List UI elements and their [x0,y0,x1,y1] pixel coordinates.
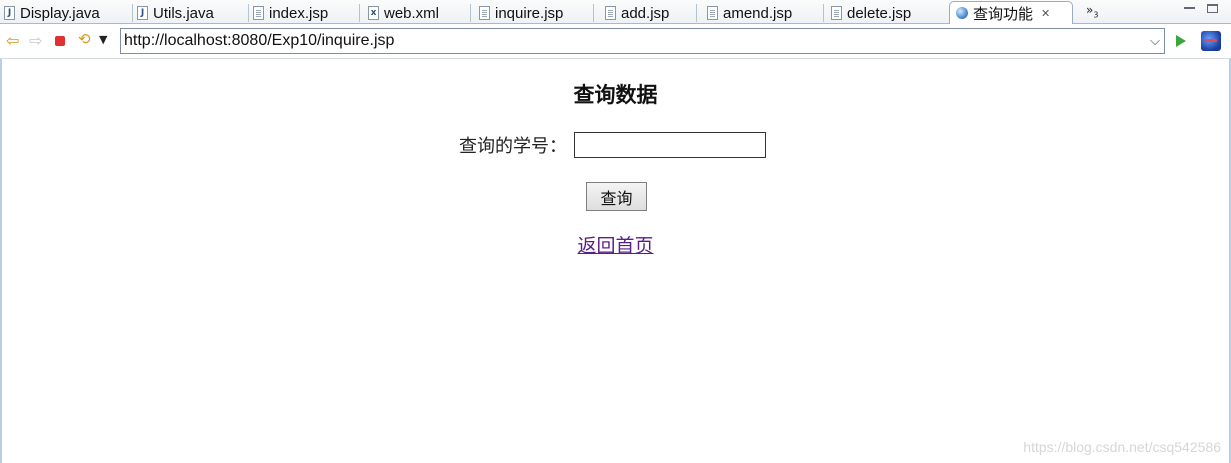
watermark: https://blog.csdn.net/csq542586 [1023,439,1221,455]
back-arrow-icon[interactable]: ⇦ [6,31,19,50]
xml-file-icon: x [368,6,379,20]
tab-label: 查询功能 [973,5,1034,23]
tab-label: amend.jsp [723,4,793,22]
tab-display-java[interactable]: J Display.java [4,2,133,24]
tab-add-jsp[interactable]: add.jsp [605,2,697,24]
maximize-button[interactable] [1207,4,1218,13]
tab-label: Utils.java [153,4,214,22]
globe-icon [956,7,968,19]
tab-label: delete.jsp [847,4,912,22]
url-input[interactable] [121,30,1146,52]
forward-arrow-icon[interactable]: ⇨ [29,31,42,50]
java-file-icon: J [4,6,15,20]
student-id-label: 查询的学号： [459,136,567,157]
overflow-count: 3 [1093,10,1099,20]
page-viewport: 查询数据 查询的学号： 查询 返回首页 https://blog.csdn.ne… [0,59,1231,463]
stop-icon[interactable] [55,36,65,46]
browser-toolbar: ⇦ ⇨ ⟲ ▼ ⌵ [0,24,1231,59]
go-icon[interactable] [1176,35,1186,47]
refresh-icon[interactable]: ⟲ [78,30,91,48]
tab-inquire-jsp[interactable]: inquire.jsp [479,2,594,24]
jsp-file-icon [831,6,842,20]
jsp-file-icon [479,6,490,20]
tab-utils-java[interactable]: J Utils.java [137,2,249,24]
tab-label: inquire.jsp [495,4,564,22]
tab-label: Display.java [20,4,100,22]
java-file-icon: J [137,6,148,20]
chevron-down-icon[interactable]: ⌵ [1146,34,1164,49]
tab-label: web.xml [384,4,440,22]
tab-delete-jsp[interactable]: delete.jsp [831,2,943,24]
query-button[interactable]: 查询 [586,182,647,211]
jsp-file-icon [253,6,264,20]
tab-label: add.jsp [621,4,670,22]
page-title: 查询数据 [573,82,658,107]
tab-label: index.jsp [269,4,329,22]
editor-tab-bar: J Display.java J Utils.java index.jsp x … [0,0,1231,24]
tab-query-function[interactable]: 查询功能 ✕ [949,1,1073,24]
url-bar: ⌵ [120,28,1165,54]
jsp-file-icon [707,6,718,20]
tab-index-jsp[interactable]: index.jsp [253,2,360,24]
minimize-button[interactable] [1184,4,1195,9]
student-id-input[interactable] [574,132,766,158]
tab-overflow-button[interactable]: »3 [1086,3,1098,19]
home-link-container: 返回首页 [2,231,1229,258]
tab-web-xml[interactable]: x web.xml [368,2,471,24]
back-to-home-link[interactable]: 返回首页 [577,235,653,257]
jsp-file-icon [605,6,616,20]
browser-icon[interactable] [1201,31,1221,51]
close-icon[interactable]: ✕ [1041,7,1050,20]
query-form-row: 查询的学号： [459,132,766,158]
tab-amend-jsp[interactable]: amend.jsp [707,2,824,24]
dropdown-arrow-icon[interactable]: ▼ [99,33,107,46]
